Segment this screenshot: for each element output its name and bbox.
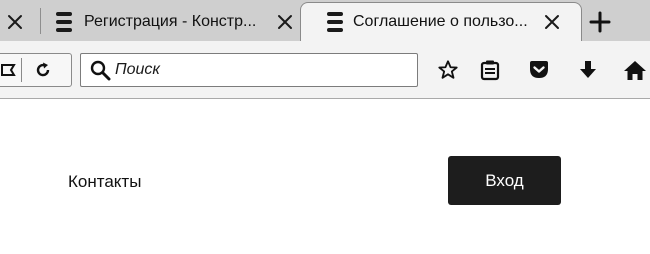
tab-agreement[interactable]: Соглашение о пользо...: [300, 2, 582, 41]
search-icon: [90, 60, 111, 81]
tab-title: Соглашение о пользо...: [353, 13, 528, 30]
clipboard-icon: [480, 60, 500, 81]
reload-button[interactable]: [31, 58, 55, 82]
contacts-link[interactable]: Контакты: [68, 172, 141, 192]
search-input[interactable]: [115, 59, 405, 81]
reading-list-button[interactable]: [476, 53, 504, 87]
toolbar: [0, 41, 650, 99]
tab-title: Регистрация - Констр...: [84, 13, 257, 30]
star-icon: [438, 60, 458, 79]
tab-registration[interactable]: Регистрация - Констр...: [44, 4, 304, 41]
page-icon: [327, 12, 343, 32]
tab-strip: Регистрация - Констр... Соглашение о пол…: [0, 0, 650, 41]
bookmark-outline-icon: [1, 64, 16, 76]
close-icon[interactable]: [274, 11, 296, 33]
pocket-icon: [530, 61, 548, 78]
page-content: Контакты Вход: [0, 99, 650, 254]
downloads-button[interactable]: [574, 53, 602, 87]
close-icon[interactable]: [4, 11, 26, 33]
download-icon: [580, 61, 596, 78]
navigation-group: [0, 53, 72, 87]
plus-icon: [589, 11, 611, 33]
search-box[interactable]: [80, 53, 418, 87]
back-button[interactable]: [0, 58, 19, 82]
reload-icon: [36, 62, 50, 77]
new-tab-button[interactable]: [586, 8, 614, 36]
home-icon: [624, 61, 646, 80]
tab-partial[interactable]: [0, 4, 40, 41]
login-button[interactable]: Вход: [448, 156, 561, 205]
tab-separator: [40, 8, 41, 34]
close-icon[interactable]: [541, 11, 563, 33]
home-button[interactable]: [620, 53, 650, 87]
toolbar-divider: [21, 58, 22, 82]
page-icon: [56, 12, 72, 32]
pocket-button[interactable]: [525, 53, 553, 87]
bookmark-star-button[interactable]: [434, 53, 462, 87]
